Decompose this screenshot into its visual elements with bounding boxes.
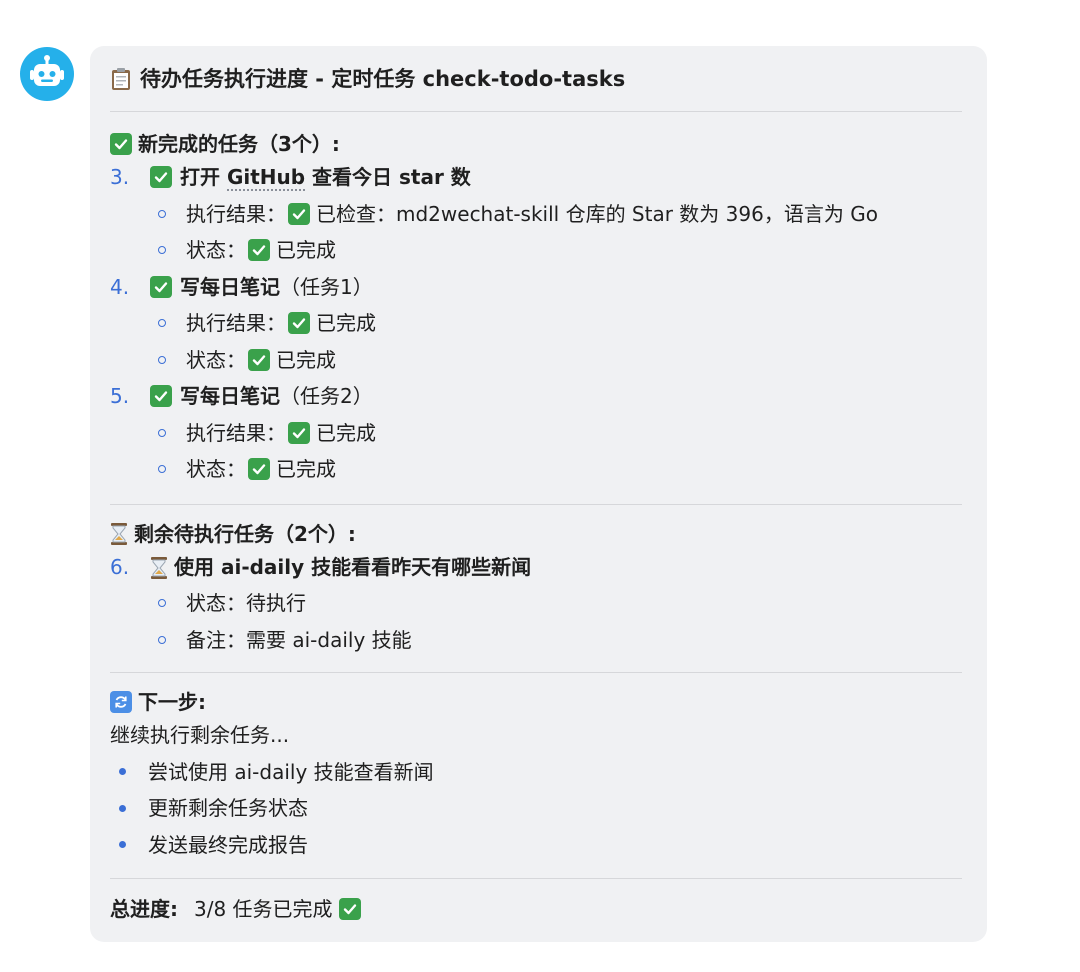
bullet-dot: [119, 841, 126, 849]
next-intro: 继续执行剩余任务...: [110, 723, 290, 747]
check-mark-icon: [288, 202, 310, 225]
task-item: 5. 写每日笔记（任务2）: [110, 378, 962, 415]
total-progress: 总进度: 3/8 任务已完成: [110, 894, 962, 924]
task-status: 状态： 已完成: [110, 451, 962, 488]
bullet-ring: [158, 465, 166, 474]
check-mark-icon: [150, 385, 172, 408]
task-number: 4.: [110, 274, 130, 299]
task-number: 3.: [110, 165, 130, 189]
task-status: 状态： 已完成: [110, 232, 962, 269]
bullet-ring: [158, 246, 166, 255]
message-title: 待办任务执行进度 - 定时任务 check-todo-tasks: [110, 64, 962, 94]
task-result: 执行结果： 已完成: [110, 305, 962, 342]
bullet-ring: [158, 635, 166, 644]
task-number: 6.: [110, 554, 130, 579]
bot-avatar[interactable]: [20, 47, 74, 101]
task-number: 5.: [110, 384, 130, 408]
message-bubble: 待办任务执行进度 - 定时任务 check-todo-tasks 新完成的任务（…: [90, 46, 987, 942]
check-mark-icon: [110, 133, 132, 155]
task-result: 执行结果： 已完成: [110, 415, 962, 452]
check-mark-icon: [288, 312, 310, 335]
check-mark-icon: [248, 239, 270, 262]
check-mark-icon: [338, 898, 361, 920]
check-mark-icon: [248, 458, 270, 481]
bullet-ring: [158, 319, 166, 328]
bullet-ring: [158, 355, 166, 364]
bullet-dot: [119, 768, 126, 776]
check-mark-icon: [288, 421, 310, 444]
check-mark-icon: [248, 348, 270, 371]
total-label: 总进度:: [110, 897, 178, 921]
pending-heading: 剩余待执行任务（2个）:: [110, 519, 962, 549]
task-note: 备注： 需要 ai-daily 技能: [110, 622, 962, 659]
task-item: 4. 写每日笔记（任务1）: [110, 269, 962, 306]
list-item: 尝试使用 ai-daily 技能查看新闻: [110, 754, 962, 791]
bullet-ring: [158, 209, 166, 218]
task-item: 3. 打开 GitHub 查看今日 star 数: [110, 159, 962, 196]
check-mark-icon: [150, 166, 172, 189]
hourglass-icon: [150, 555, 168, 579]
title-text: 待办任务执行进度 - 定时任务 check-todo-tasks: [140, 67, 626, 91]
task-result: 执行结果： 已检查：md2wechat-skill 仓库的 Star 数为 39…: [110, 196, 962, 233]
robot-icon: [30, 55, 64, 86]
check-mark-icon: [150, 275, 172, 298]
bullet-ring: [158, 428, 166, 437]
next-heading: 下一步:: [110, 687, 962, 717]
completed-heading: 新完成的任务（3个）:: [110, 129, 962, 159]
bullet-ring: [158, 599, 166, 608]
total-value: 3/8 任务已完成: [194, 897, 333, 921]
hourglass-icon: [110, 522, 128, 546]
task-status: 状态： 已完成: [110, 342, 962, 379]
bullet-dot: [119, 804, 126, 812]
task-status: 状态： 待执行: [110, 585, 962, 622]
list-item: 发送最终完成报告: [110, 827, 962, 864]
refresh-icon: [110, 691, 132, 713]
list-item: 更新剩余任务状态: [110, 790, 962, 827]
task-item: 6. 使用 ai-daily 技能看看昨天有哪些新闻: [110, 549, 962, 586]
github-link[interactable]: GitHub: [226, 165, 306, 191]
clipboard-icon: [110, 67, 132, 91]
